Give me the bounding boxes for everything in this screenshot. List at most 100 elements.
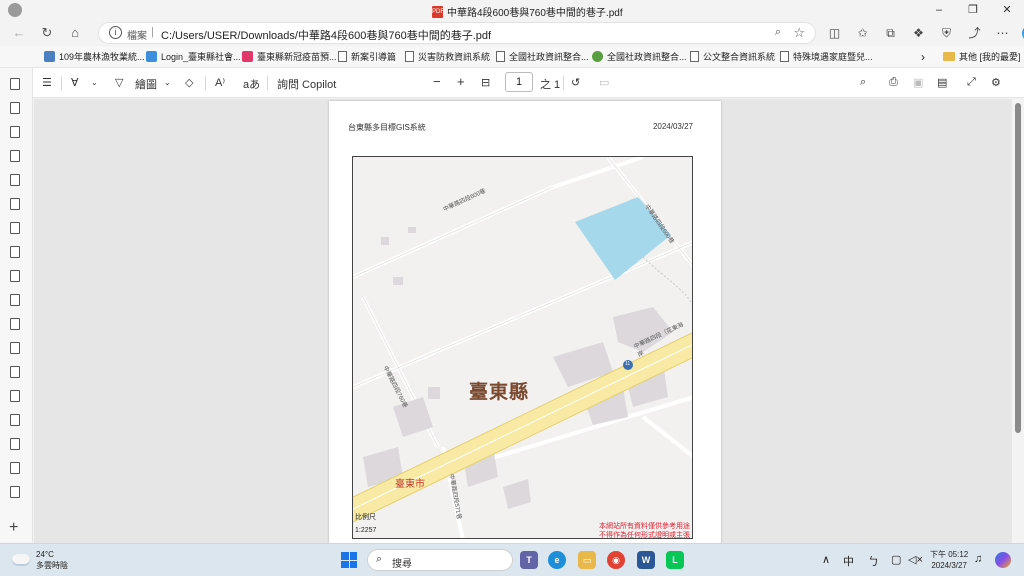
- thumbnail-page-icon[interactable]: [10, 150, 20, 162]
- thumbnail-page-icon[interactable]: [10, 366, 20, 378]
- ask-copilot-button[interactable]: 詢問 Copilot: [277, 76, 336, 92]
- start-button[interactable]: [341, 552, 357, 568]
- weather-widget[interactable]: 24°C 多雲時陰: [12, 549, 68, 571]
- input-mode-indicator[interactable]: ㄅ: [868, 553, 879, 569]
- read-aloud-icon[interactable]: A⁾: [215, 76, 225, 89]
- thumbnail-page-icon[interactable]: [10, 78, 20, 90]
- pdf-viewport[interactable]: 台東縣多目標GIS系統 2024/03/27 中華路四段600巷 中華路四段60…: [34, 99, 1012, 543]
- eraser-icon[interactable]: ◇: [185, 76, 193, 89]
- info-icon[interactable]: i: [109, 26, 122, 39]
- zoom-icon[interactable]: ⌕: [775, 26, 781, 39]
- translate-icon[interactable]: aあ: [243, 76, 260, 92]
- minimize-button[interactable]: –: [922, 0, 956, 20]
- profile-avatar[interactable]: [8, 3, 22, 17]
- word-icon[interactable]: W: [637, 551, 655, 569]
- thumbnail-page-icon[interactable]: [10, 486, 20, 498]
- favorite-item[interactable]: 災害防救資訊系統: [405, 50, 490, 63]
- window-title-text: 中華路4段600巷與760巷中間的巷子.pdf: [447, 8, 623, 19]
- highlight-icon[interactable]: ∀: [71, 76, 79, 89]
- page-number-input[interactable]: 1: [505, 72, 533, 92]
- thumbnail-page-icon[interactable]: [10, 270, 20, 282]
- system-clock[interactable]: 下午 05:12 2024/3/27: [930, 549, 968, 571]
- ime-indicator[interactable]: 中: [843, 553, 854, 569]
- favorite-item[interactable]: 109年農林漁牧業統...: [44, 50, 145, 63]
- zoom-in-button[interactable]: +: [457, 74, 465, 89]
- search-icon[interactable]: ⌕: [860, 76, 866, 89]
- thumbnail-page-icon[interactable]: [10, 438, 20, 450]
- thumbnail-page-icon[interactable]: [10, 342, 20, 354]
- thumbnail-page-icon[interactable]: [10, 246, 20, 258]
- map-county-label: 臺東縣: [469, 382, 530, 403]
- copilot-tray-icon[interactable]: [995, 552, 1011, 568]
- vertical-scrollbar[interactable]: [1012, 99, 1024, 543]
- save-icon[interactable]: ▣: [913, 76, 923, 89]
- save-as-icon[interactable]: ▤: [937, 76, 947, 89]
- favorite-site-icon: [592, 51, 603, 62]
- page-icon: [690, 51, 699, 62]
- file-explorer-icon[interactable]: ▭: [578, 551, 596, 569]
- favorite-item[interactable]: 全國社政資訊整合...: [592, 50, 687, 63]
- print-icon[interactable]: ⎙: [889, 76, 898, 89]
- folder-icon: [943, 52, 955, 61]
- address-bar[interactable]: i 檔案 | C:/Users/USER/Downloads/中華路4段600巷…: [98, 22, 816, 44]
- thumbnail-page-icon[interactable]: [10, 414, 20, 426]
- zoom-out-button[interactable]: −: [433, 74, 441, 89]
- address-url[interactable]: C:/Users/USER/Downloads/中華路4段600巷與760巷中間…: [161, 27, 491, 43]
- pdf-file-icon: PDF: [432, 5, 444, 18]
- page-view-icon[interactable]: ▭: [599, 76, 609, 89]
- fullscreen-icon[interactable]: ⤢: [967, 76, 976, 89]
- favorite-item[interactable]: Login_臺東縣社會...: [146, 50, 241, 63]
- home-icon[interactable]: ⌂: [66, 24, 84, 42]
- favorite-item[interactable]: 特殊境遇家庭暨兒...: [780, 50, 873, 63]
- line-icon[interactable]: L: [666, 551, 684, 569]
- more-options-icon[interactable]: ⋯: [994, 25, 1011, 41]
- thumbnail-page-icon[interactable]: [10, 102, 20, 114]
- draw-icon[interactable]: ▽: [115, 76, 123, 89]
- other-favorites-folder[interactable]: 其他 [我的最愛]: [943, 50, 1021, 63]
- chrome-icon[interactable]: ◉: [607, 551, 625, 569]
- favorite-item[interactable]: 臺東縣新冠疫苗預...: [242, 50, 337, 63]
- favorite-star-icon[interactable]: ☆: [793, 25, 805, 41]
- thumbnail-page-icon[interactable]: [10, 126, 20, 138]
- chevron-down-icon[interactable]: ⌄: [91, 78, 98, 87]
- draw-button[interactable]: 繪圖: [135, 76, 157, 92]
- contents-icon[interactable]: ☰: [42, 76, 52, 89]
- thumbnail-page-icon[interactable]: [10, 174, 20, 186]
- favorites-overflow-button[interactable]: ›: [921, 50, 925, 64]
- favorite-item[interactable]: 公文整合資訊系統: [690, 50, 775, 63]
- fit-page-icon[interactable]: ⊟: [481, 76, 490, 89]
- favorite-item[interactable]: 全國社政資訊整合...: [496, 50, 589, 63]
- close-button[interactable]: ✕: [990, 0, 1024, 20]
- collections-icon[interactable]: ⧉: [882, 25, 899, 41]
- back-icon[interactable]: ←: [10, 24, 28, 42]
- edge-icon[interactable]: e: [548, 551, 566, 569]
- favorites-icon[interactable]: ✩: [854, 25, 871, 41]
- volume-icon[interactable]: ◁×: [908, 553, 923, 566]
- thumbnail-page-icon[interactable]: [10, 198, 20, 210]
- thumbnail-page-icon[interactable]: [10, 318, 20, 330]
- rotate-icon[interactable]: ↺: [571, 76, 580, 89]
- page-icon: [338, 51, 347, 62]
- notification-bell-icon[interactable]: ♫: [974, 553, 982, 565]
- extensions-icon[interactable]: ❖: [910, 25, 927, 41]
- teams-icon[interactable]: T: [520, 551, 538, 569]
- browser-essentials-icon[interactable]: ⛨: [938, 25, 955, 41]
- network-icon[interactable]: ▢: [891, 553, 901, 566]
- thumbnail-page-icon[interactable]: [10, 390, 20, 402]
- thumbnail-page-icon[interactable]: [10, 294, 20, 306]
- chevron-down-icon[interactable]: ⌄: [164, 78, 171, 87]
- thumbnail-page-icon[interactable]: [10, 222, 20, 234]
- maximize-button[interactable]: ❐: [956, 0, 990, 20]
- favorite-item[interactable]: 新案引導篇: [338, 50, 396, 63]
- scale-value: 1:2257: [355, 527, 377, 534]
- settings-gear-icon[interactable]: ⚙: [991, 76, 1001, 89]
- tray-overflow-icon[interactable]: ∧: [822, 553, 830, 566]
- scrollbar-thumb[interactable]: [1015, 103, 1021, 433]
- add-icon[interactable]: +: [9, 519, 18, 537]
- title-bar: PDF 中華路4段600巷與760巷中間的巷子.pdf – ❐ ✕: [0, 0, 1024, 20]
- refresh-icon[interactable]: ↻: [38, 24, 56, 42]
- share-icon[interactable]: ⤴: [966, 25, 983, 41]
- taskbar-search[interactable]: ⌕ 搜尋: [367, 549, 513, 571]
- split-screen-icon[interactable]: ◫: [826, 25, 843, 41]
- thumbnail-page-icon[interactable]: [10, 462, 20, 474]
